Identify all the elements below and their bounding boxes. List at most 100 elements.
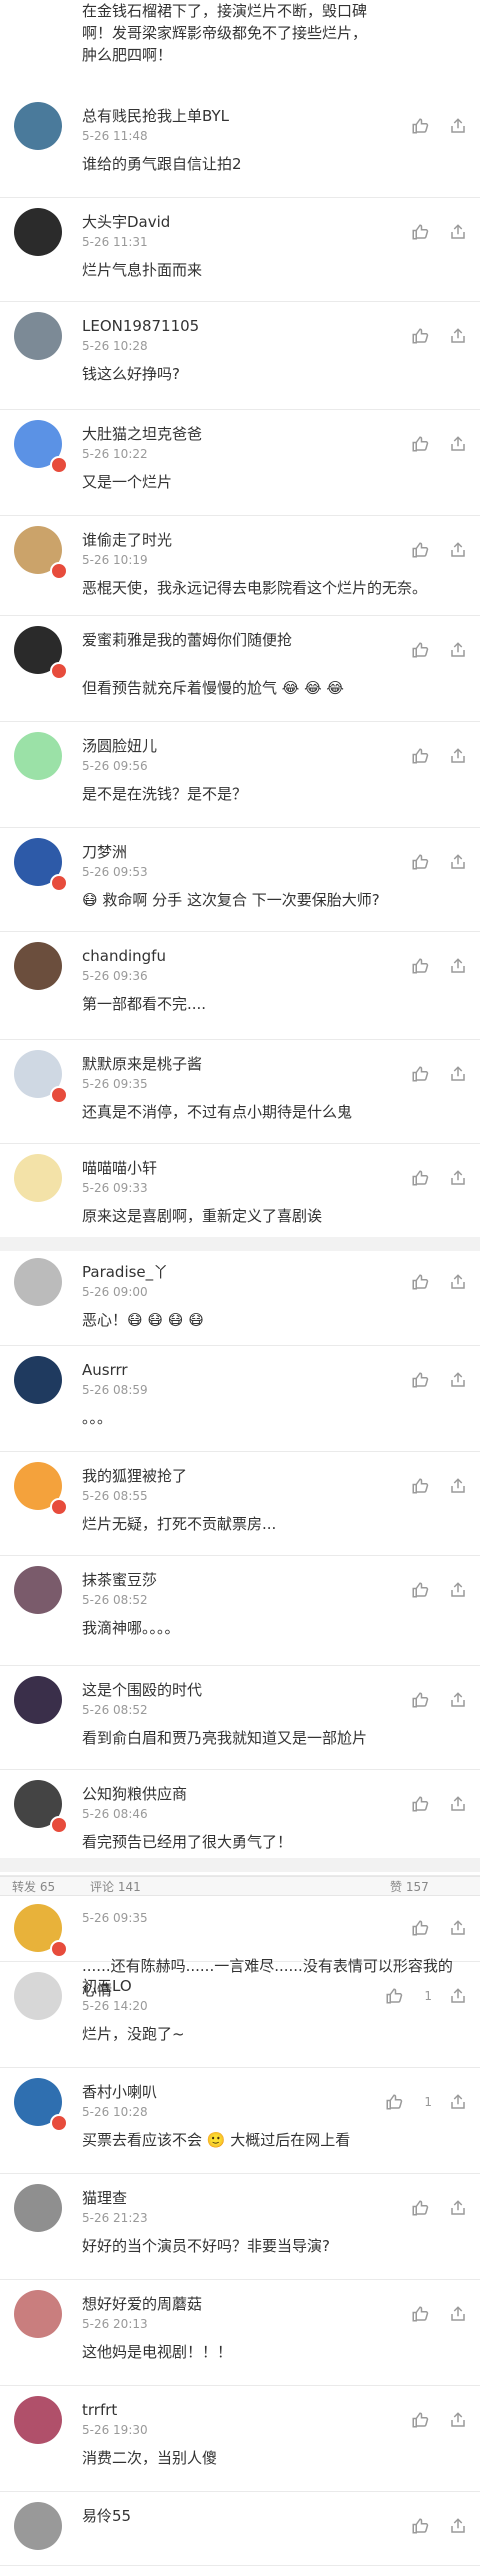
share-icon[interactable]	[446, 1578, 470, 1602]
thumbs-up-icon[interactable]	[408, 2196, 432, 2220]
avatar[interactable]	[14, 942, 62, 990]
thumbs-up-icon[interactable]	[408, 114, 432, 138]
avatar[interactable]	[14, 1566, 62, 1614]
share-icon[interactable]	[446, 1916, 470, 1940]
comment-username[interactable]: 想好好爱的周蘑菇	[82, 2294, 410, 2314]
share-icon[interactable]	[446, 744, 470, 768]
thumbs-up-icon[interactable]	[408, 324, 432, 348]
comment-username[interactable]: 汤圆脸妞儿	[82, 736, 410, 756]
comment-username[interactable]: 这是个围殴的时代	[82, 1680, 410, 1700]
thumbs-up-icon[interactable]	[382, 2090, 406, 2114]
share-icon[interactable]	[446, 1792, 470, 1816]
thumbs-up-icon[interactable]	[408, 954, 432, 978]
comment-username[interactable]: 刀梦洲	[82, 842, 410, 862]
thumbs-up-icon[interactable]	[408, 2514, 432, 2538]
thumbs-up-icon[interactable]	[408, 1792, 432, 1816]
share-icon[interactable]	[446, 1270, 470, 1294]
comment-username[interactable]: 易伶55	[82, 2506, 410, 2526]
thumbs-up-icon[interactable]	[408, 2302, 432, 2326]
thumbs-up-icon[interactable]	[408, 220, 432, 244]
share-icon[interactable]	[446, 2196, 470, 2220]
comment-item[interactable]: 默默原来是桃子酱 5-26 09:35 还真是不消停，不过有点小期待是什么鬼	[0, 1040, 480, 1144]
comment-username[interactable]: chandingfu	[82, 946, 410, 966]
thumbs-up-icon[interactable]	[408, 1270, 432, 1294]
comment-username[interactable]: 总有贱民抢我上单BYL	[82, 106, 410, 126]
thumbs-up-icon[interactable]	[408, 1368, 432, 1392]
comment-username[interactable]: 喵喵喵小轩	[82, 1158, 410, 1178]
comment-item[interactable]: 想好好爱的周蘑菇 5-26 20:13 这他妈是电视剧！！！	[0, 2280, 480, 2386]
thumbs-up-icon[interactable]	[408, 1166, 432, 1190]
comment-item[interactable]: 大肚猫之坦克爸爸 5-26 10:22 又是一个烂片	[0, 410, 480, 516]
avatar[interactable]	[14, 732, 62, 780]
share-icon[interactable]	[446, 324, 470, 348]
share-icon[interactable]	[446, 1166, 470, 1190]
share-icon[interactable]	[446, 2090, 470, 2114]
avatar[interactable]	[14, 2396, 62, 2444]
share-icon[interactable]	[446, 538, 470, 562]
comment-username[interactable]: 爱蜜莉雅是我的蕾姆你们随便抢	[82, 630, 410, 650]
share-icon[interactable]	[446, 2514, 470, 2538]
comment-username[interactable]: 猫理查	[82, 2188, 410, 2208]
comment-item[interactable]: 大头宇David 5-26 11:31 烂片气息扑面而来	[0, 198, 480, 302]
thumbs-up-icon[interactable]	[408, 850, 432, 874]
comment-item[interactable]: 5-26 09:35 ......还有陈赫吗......一言难尽......没有表…	[0, 1894, 480, 1999]
comment-item[interactable]: 总有贱民抢我上单BYL 5-26 11:48 谁给的勇气跟自信让拍2	[0, 92, 480, 198]
comment-item[interactable]: Ausrrr 5-26 08:59 。。。	[0, 1346, 480, 1452]
comment-username[interactable]: 大肚猫之坦克爸爸	[82, 424, 410, 444]
comment-item[interactable]: 喵喵喵小轩 5-26 09:33 原来这是喜剧啊，重新定义了喜剧诶	[0, 1144, 480, 1248]
comment-username[interactable]: Ausrrr	[82, 1360, 410, 1380]
share-icon[interactable]	[446, 1984, 470, 2008]
share-icon[interactable]	[446, 1474, 470, 1498]
thumbs-up-icon[interactable]	[382, 1984, 406, 2008]
comment-item[interactable]: 刀梦洲 5-26 09:53 😷 救命啊 分手 这次复合 下一次要保胎大师?	[0, 828, 480, 932]
thumbs-up-icon[interactable]	[408, 538, 432, 562]
share-icon[interactable]	[446, 220, 470, 244]
share-icon[interactable]	[446, 2302, 470, 2326]
comment-item[interactable]: LEON19871105 5-26 10:28 钱这么好挣吗?	[0, 302, 480, 410]
comment-item[interactable]: 谁偷走了时光 5-26 10:19 恶棍天使，我永远记得去电影院看这个烂片的无奈。	[0, 516, 480, 616]
comment-username[interactable]: 大头宇David	[82, 212, 410, 232]
comment-username[interactable]: 公知狗粮供应商	[82, 1784, 410, 1804]
comment-username[interactable]: Paradise_丫	[82, 1262, 410, 1282]
avatar[interactable]	[14, 208, 62, 256]
share-icon[interactable]	[446, 1688, 470, 1712]
thumbs-up-icon[interactable]	[408, 2408, 432, 2432]
share-icon[interactable]	[446, 2408, 470, 2432]
tab-comments[interactable]: 评论 141	[90, 1878, 141, 1895]
comment-username[interactable]: 我的狐狸被抢了	[82, 1466, 410, 1486]
thumbs-up-icon[interactable]	[408, 1688, 432, 1712]
avatar[interactable]	[14, 312, 62, 360]
thumbs-up-icon[interactable]	[408, 744, 432, 768]
comment-username[interactable]: 抹茶蜜豆莎	[82, 1570, 410, 1590]
avatar[interactable]	[14, 1676, 62, 1724]
share-icon[interactable]	[446, 432, 470, 456]
comment-item[interactable]: trrfrt 5-26 19:30 消费二次，当别人傻	[0, 2386, 480, 2492]
comment-item[interactable]: 汤圆脸妞儿 5-26 09:56 是不是在洗钱？是不是？	[0, 722, 480, 828]
comment-item[interactable]: 我的狐狸被抢了 5-26 08:55 烂片无疑，打死不贡献票房...	[0, 1452, 480, 1556]
comment-item[interactable]: 抹茶蜜豆莎 5-26 08:52 我滴神哪。。。。	[0, 1556, 480, 1666]
avatar[interactable]	[14, 2502, 62, 2550]
avatar[interactable]	[14, 1972, 62, 2020]
tab-reposts[interactable]: 转发 65	[12, 1878, 55, 1895]
share-icon[interactable]	[446, 850, 470, 874]
comment-item[interactable]: 初五LO 5-26 14:20 烂片，没跑了~ 1	[0, 1962, 480, 2068]
comment-item[interactable]: 猫理查 5-26 21:23 好好的当个演员不好吗？非要当导演?	[0, 2174, 480, 2280]
comment-username[interactable]: 默默原来是桃子酱	[82, 1054, 410, 1074]
thumbs-up-icon[interactable]	[408, 1916, 432, 1940]
thumbs-up-icon[interactable]	[408, 432, 432, 456]
share-icon[interactable]	[446, 1368, 470, 1392]
comment-username[interactable]: 初五LO	[82, 1976, 410, 1996]
comment-item[interactable]: 爱蜜莉雅是我的蕾姆你们随便抢 但看预告就充斥着慢慢的尬气 😂 😂 😂	[0, 616, 480, 722]
avatar[interactable]	[14, 1356, 62, 1404]
thumbs-up-icon[interactable]	[408, 1474, 432, 1498]
comment-item[interactable]: 香村小喇叭 5-26 10:28 买票去看应该不会 🙂 大概过后在网上看 1	[0, 2068, 480, 2174]
comment-username[interactable]: 谁偷走了时光	[82, 530, 410, 550]
share-icon[interactable]	[446, 1062, 470, 1086]
share-icon[interactable]	[446, 638, 470, 662]
comment-username[interactable]: trrfrt	[82, 2400, 410, 2420]
tab-likes[interactable]: 赞 157	[390, 1878, 429, 1895]
comment-item[interactable]: chandingfu 5-26 09:36 第一部都看不完....	[0, 932, 480, 1040]
avatar[interactable]	[14, 102, 62, 150]
thumbs-up-icon[interactable]	[408, 1578, 432, 1602]
avatar[interactable]	[14, 1258, 62, 1306]
